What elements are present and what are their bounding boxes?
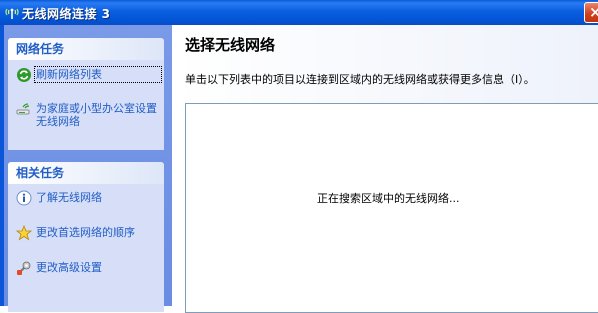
learn-wireless-link[interactable]: 了解无线网络 bbox=[14, 188, 160, 210]
searching-status-text: 正在搜索区域中的无线网络... bbox=[317, 192, 460, 205]
learn-wireless-label: 了解无线网络 bbox=[36, 191, 102, 204]
change-advanced-settings-link[interactable]: 更改高级设置 bbox=[14, 258, 160, 280]
change-preferred-order-label: 更改首选网络的顺序 bbox=[36, 226, 135, 239]
setup-wireless-network-label: 为家庭或小型办公室设置无线网络 bbox=[36, 102, 157, 128]
related-tasks-header[interactable]: 相关任务 bbox=[8, 162, 164, 184]
close-button[interactable]: × bbox=[584, 2, 598, 23]
info-icon bbox=[16, 190, 32, 206]
related-tasks-group: 相关任务 了解无线网络 更改首选网络的顺序 更改高级设置 bbox=[8, 162, 164, 312]
window-title: 无线网络连接 3 bbox=[22, 7, 111, 21]
setup-network-icon bbox=[16, 101, 32, 117]
network-tasks-group: 网络任务 刷新网络列表 为家庭或小型办公室设置无线网络 bbox=[8, 38, 164, 150]
task-pane: 网络任务 刷新网络列表 为家庭或小型办公室设置无线网络 相关任务 了解无线网络 … bbox=[0, 25, 172, 312]
setup-wireless-network-link[interactable]: 为家庭或小型办公室设置无线网络 bbox=[14, 99, 160, 133]
title-bar: 无线网络连接 3 × bbox=[0, 0, 598, 25]
network-tasks-header[interactable]: 网络任务 bbox=[8, 38, 164, 60]
wireless-network-list[interactable]: 正在搜索区域中的无线网络... bbox=[185, 103, 598, 313]
settings-icon bbox=[16, 260, 32, 276]
main-pane: 选择无线网络 单击以下列表中的项目以连接到区域内的无线网络或获得更多信息（I）。… bbox=[172, 25, 598, 313]
star-icon bbox=[15, 224, 33, 241]
change-preferred-order-link[interactable]: 更改首选网络的顺序 bbox=[14, 223, 160, 245]
refresh-network-list-link[interactable]: 刷新网络列表 bbox=[14, 65, 162, 91]
close-icon: × bbox=[589, 3, 598, 21]
instructions-text: 单击以下列表中的项目以连接到区域内的无线网络或获得更多信息（I）。 bbox=[185, 73, 535, 86]
wireless-signal-icon bbox=[4, 5, 20, 19]
refresh-icon bbox=[16, 67, 32, 83]
refresh-network-list-label: 刷新网络列表 bbox=[34, 66, 162, 83]
change-advanced-settings-label: 更改高级设置 bbox=[36, 261, 102, 274]
page-title: 选择无线网络 bbox=[185, 36, 276, 54]
